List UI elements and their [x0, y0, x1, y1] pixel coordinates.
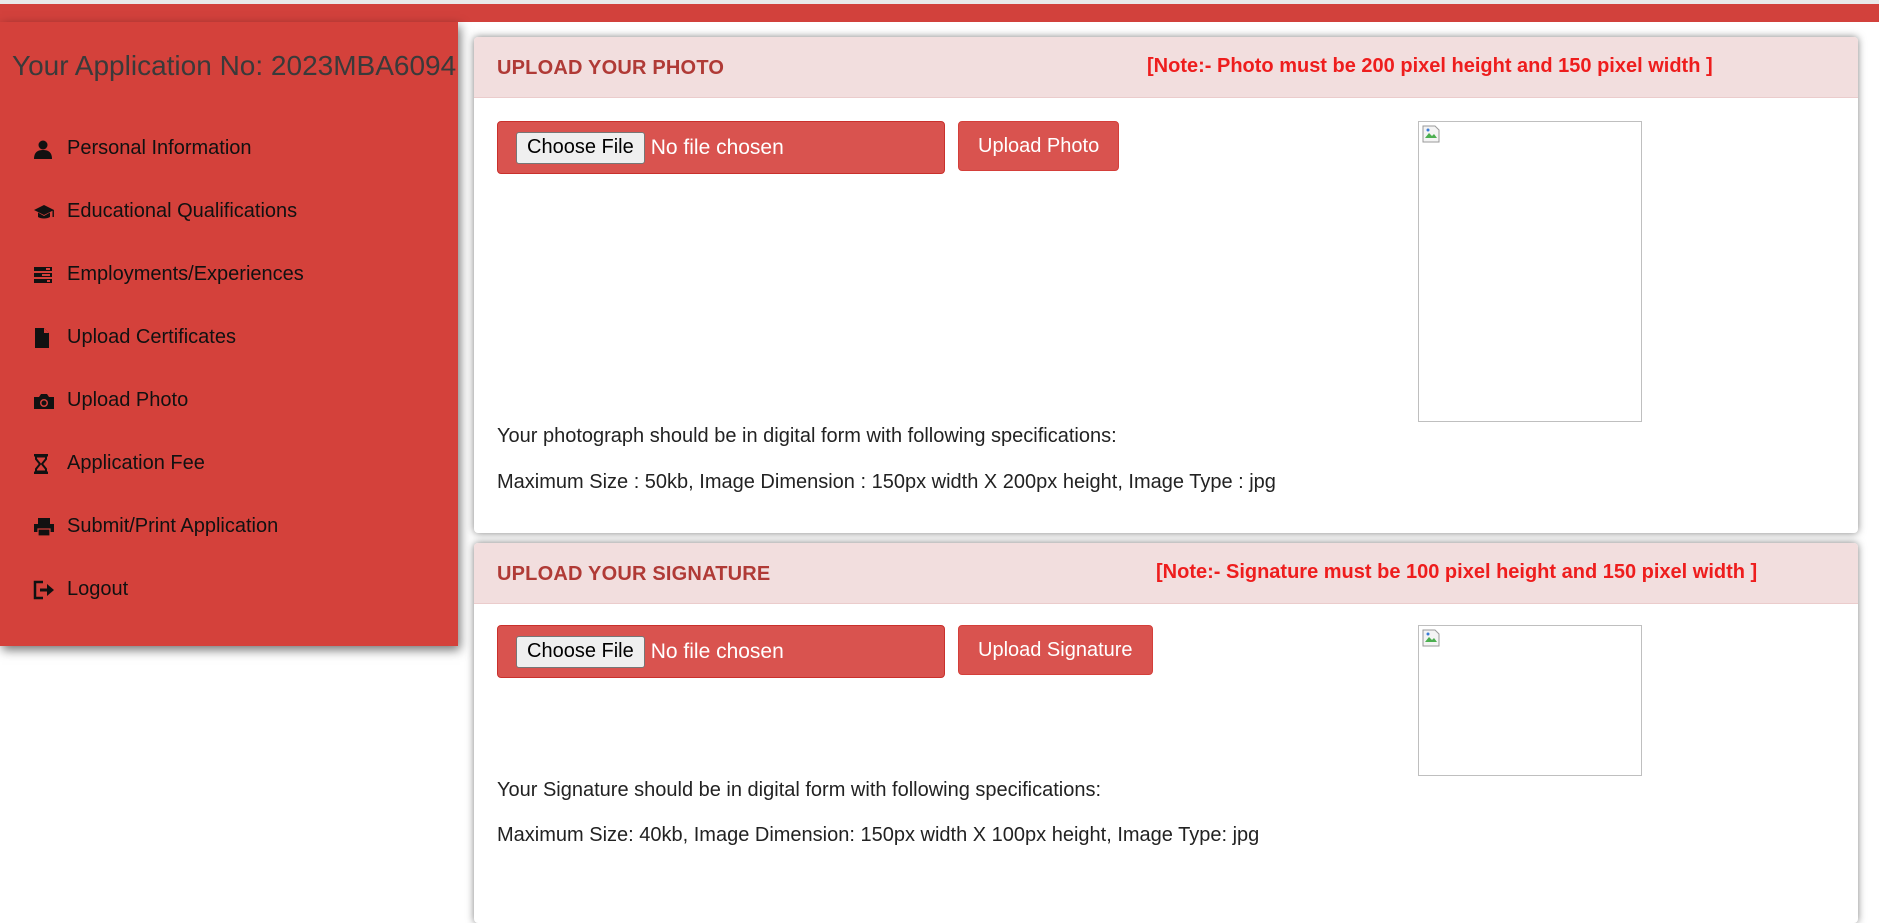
photo-preview — [1418, 121, 1642, 422]
hourglass-icon — [33, 453, 55, 475]
sidebar-item-label: Upload Photo — [67, 389, 189, 411]
sidebar-item-upload-photo[interactable]: Upload Photo — [0, 369, 458, 432]
sidebar-item-label: Logout — [67, 578, 129, 600]
upload-signature-panel: UPLOAD YOUR SIGNATURE [Note:- Signature … — [474, 543, 1858, 923]
logout-icon — [33, 579, 55, 601]
top-bar — [0, 0, 1879, 22]
panel-heading: UPLOAD YOUR SIGNATURE [Note:- Signature … — [474, 543, 1858, 604]
signature-file-input[interactable]: Choose File No file chosen — [497, 625, 945, 678]
sidebar-menu: Personal Information Educational Qualifi… — [0, 117, 458, 621]
upload-photo-button[interactable]: Upload Photo — [958, 121, 1120, 171]
graduation-cap-icon — [33, 201, 55, 223]
sidebar-item-logout[interactable]: Logout — [0, 558, 458, 621]
broken-image-icon — [1422, 629, 1440, 647]
upload-signature-button[interactable]: Upload Signature — [958, 625, 1153, 675]
file-status: No file chosen — [650, 135, 784, 159]
photo-file-input[interactable]: Choose File No file chosen — [497, 121, 945, 174]
sidebar-item-label: Application Fee — [67, 452, 205, 474]
camera-icon — [33, 390, 55, 412]
upload-photo-panel: UPLOAD YOUR PHOTO [Note:- Photo must be … — [474, 37, 1858, 533]
sidebar-item-educational-qualifications[interactable]: Educational Qualifications — [0, 180, 458, 243]
signature-preview — [1418, 625, 1642, 776]
sidebar-item-submit-print-application[interactable]: Submit/Print Application — [0, 495, 458, 558]
choose-file-button[interactable]: Choose File — [516, 131, 645, 164]
tasks-icon — [33, 264, 55, 286]
panel-title: UPLOAD YOUR SIGNATURE — [497, 563, 771, 585]
sidebar: Your Application No: 2023MBA6094 Persona… — [0, 22, 458, 646]
sidebar-item-label: Employments/Experiences — [67, 263, 304, 285]
sidebar-item-label: Personal Information — [67, 137, 252, 159]
application-number: Your Application No: 2023MBA6094 — [12, 50, 457, 81]
sidebar-item-upload-certificates[interactable]: Upload Certificates — [0, 306, 458, 369]
signature-spec-intro: Your Signature should be in digital form… — [497, 779, 1102, 801]
sidebar-item-application-fee[interactable]: Application Fee — [0, 432, 458, 495]
signature-note: [Note:- Signature must be 100 pixel heig… — [1156, 561, 1758, 583]
broken-image-icon — [1422, 125, 1440, 143]
user-icon — [33, 138, 55, 160]
sidebar-item-employments-experiences[interactable]: Employments/Experiences — [0, 243, 458, 306]
photo-note: [Note:- Photo must be 200 pixel height a… — [1147, 55, 1713, 77]
sidebar-item-label: Submit/Print Application — [67, 515, 279, 537]
file-icon — [33, 327, 55, 349]
photo-spec-details: Maximum Size : 50kb, Image Dimension : 1… — [497, 471, 1276, 493]
choose-file-button[interactable]: Choose File — [516, 635, 645, 668]
signature-spec-details: Maximum Size: 40kb, Image Dimension: 150… — [497, 824, 1260, 846]
panel-heading: UPLOAD YOUR PHOTO [Note:- Photo must be … — [474, 37, 1858, 98]
file-status: No file chosen — [650, 639, 784, 663]
sidebar-item-personal-information[interactable]: Personal Information — [0, 117, 458, 180]
photo-spec-intro: Your photograph should be in digital for… — [497, 425, 1117, 447]
sidebar-item-label: Upload Certificates — [67, 326, 236, 348]
sidebar-item-label: Educational Qualifications — [67, 200, 298, 222]
print-icon — [33, 516, 55, 538]
panel-title: UPLOAD YOUR PHOTO — [497, 57, 725, 79]
